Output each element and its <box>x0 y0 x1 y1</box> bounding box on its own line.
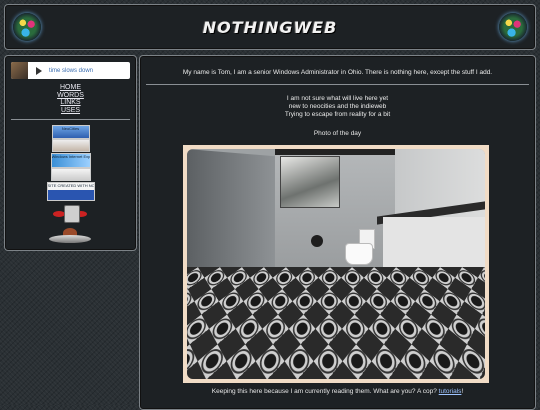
caption-text: Keeping this here because I am currently… <box>211 388 437 395</box>
mozilla-badge[interactable] <box>51 139 90 152</box>
nav-links[interactable]: LINKS <box>5 99 136 107</box>
tiled-floor <box>187 267 485 379</box>
status-line: new to neocities and the indieweb <box>288 103 387 110</box>
main-content: My name is Tom, I am a senior Windows Ad… <box>139 55 536 410</box>
tutorials-link[interactable]: tutorials <box>439 388 462 395</box>
notepad-badge-text: SITE CREATED WITH NOTEPAD <box>47 183 94 188</box>
status-lines: I am not sure what will live here yet ne… <box>140 95 535 119</box>
nav-home[interactable]: HOME <box>5 84 136 92</box>
photo-label: Photo of the day <box>313 130 362 137</box>
album-art <box>11 62 28 79</box>
status-line: I am not sure what will live here yet <box>286 95 389 102</box>
notepad-badge[interactable]: SITE CREATED WITH NOTEPAD <box>46 182 95 201</box>
intro-text: My name is Tom, I am a senior Windows Ad… <box>182 69 493 76</box>
paper-dispenser <box>311 235 323 247</box>
play-icon[interactable] <box>36 66 42 75</box>
neocities-badge-text: NeoCities <box>61 126 80 131</box>
nav-uses[interactable]: USES <box>5 107 136 115</box>
windows-badge[interactable]: Windows Internet Explorer 7 <box>50 153 91 168</box>
windows-badge-text: Windows Internet Explorer 7 <box>51 154 90 159</box>
nav-words[interactable]: WORDS <box>5 92 136 100</box>
neocities-badge[interactable]: NeoCities <box>51 125 90 139</box>
sidebar: time slows down HOME WORDS LINKS USES Ne… <box>4 55 137 251</box>
nav-menu: HOME WORDS LINKS USES <box>5 84 136 114</box>
photo-of-the-day <box>187 149 485 379</box>
toilet <box>345 229 375 265</box>
globe-icon <box>499 13 527 41</box>
no-cookies-badge[interactable] <box>50 168 91 181</box>
photo-frame <box>183 145 489 383</box>
wall-painting <box>280 156 340 208</box>
caption: Keeping this here because I am currently… <box>140 388 535 395</box>
header-banner: NOTHINGWEB <box>4 4 536 50</box>
song-title: time slows down <box>49 67 94 74</box>
status-line: Trying to escape from reality for a bit <box>284 111 391 118</box>
music-player[interactable]: time slows down <box>11 62 130 79</box>
ufo-icon <box>49 228 91 244</box>
main-divider <box>146 84 529 85</box>
bug-mascot-icon <box>53 203 87 225</box>
sidebar-divider <box>11 119 130 120</box>
caption-end: ! <box>461 388 464 395</box>
site-title: NOTHINGWEB <box>202 18 338 37</box>
